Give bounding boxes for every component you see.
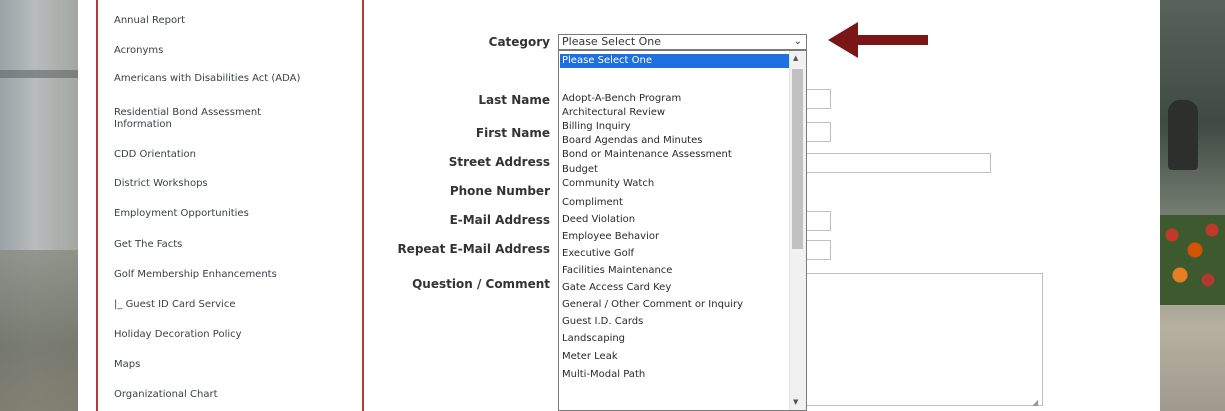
dropdown-option[interactable]: Architectural Review xyxy=(562,107,665,118)
dropdown-option[interactable]: Billing Inquiry xyxy=(562,121,631,132)
sidebar-item-get-the-facts[interactable]: Get The Facts xyxy=(114,239,182,251)
sidebar-item-employment[interactable]: Employment Opportunities xyxy=(114,208,249,220)
left-decorative-photo xyxy=(0,0,78,411)
dropdown-option[interactable]: Board Agendas and Minutes xyxy=(562,135,702,146)
sidebar-item-maps[interactable]: Maps xyxy=(114,359,140,371)
chevron-down-icon: ⌄ xyxy=(793,36,802,47)
dropdown-option[interactable]: Gate Access Card Key xyxy=(562,282,671,293)
sidebar-item-cdd-orientation[interactable]: CDD Orientation xyxy=(114,149,196,161)
dropdown-option[interactable]: Employee Behavior xyxy=(562,231,659,242)
sidebar-item-org-chart[interactable]: Organizational Chart xyxy=(114,389,218,401)
dropdown-option[interactable]: General / Other Comment or Inquiry xyxy=(562,299,743,310)
comment-textarea[interactable] xyxy=(793,273,1043,406)
street-address-label: Street Address xyxy=(448,155,550,169)
email-label: E-Mail Address xyxy=(449,213,550,227)
right-decorative-photo xyxy=(1160,0,1225,411)
sidebar-item-guest-id[interactable]: |_ Guest ID Card Service xyxy=(114,299,235,311)
arrow-left-icon xyxy=(828,22,928,58)
sidebar-item-annual-report[interactable]: Annual Report xyxy=(114,15,185,27)
category-select[interactable]: Please Select One ⌄ xyxy=(558,34,807,50)
sidebar-item-ada[interactable]: Americans with Disabilities Act (ADA) xyxy=(114,73,300,85)
statue-image xyxy=(1168,100,1198,170)
scroll-up-icon[interactable]: ▲ xyxy=(793,54,798,62)
sidebar-item-guest-id-prefix: |_ xyxy=(114,299,126,310)
last-name-label: Last Name xyxy=(478,93,550,107)
dropdown-option[interactable]: Facilities Maintenance xyxy=(562,265,672,276)
dropdown-option[interactable]: Deed Violation xyxy=(562,214,635,225)
dropdown-option[interactable]: Landscaping xyxy=(562,333,625,344)
category-select-value: Please Select One xyxy=(562,35,662,48)
sidebar-item-district-workshops[interactable]: District Workshops xyxy=(114,178,208,190)
street-address-input[interactable] xyxy=(793,153,991,173)
dropdown-scrollbar[interactable]: ▲ ▼ xyxy=(789,51,806,410)
dropdown-option[interactable]: Adopt-A-Bench Program xyxy=(562,93,681,104)
dropdown-option[interactable]: Executive Golf xyxy=(562,248,634,259)
dropdown-option[interactable]: Meter Leak xyxy=(562,351,618,362)
sidebar-nav: Annual Report Acronyms Americans with Di… xyxy=(96,0,364,411)
sidebar-item-golf-membership[interactable]: Golf Membership Enhancements xyxy=(114,269,277,281)
flowers-image xyxy=(1160,215,1225,305)
comment-label: Question / Comment xyxy=(412,277,550,291)
sidebar-item-holiday-decoration[interactable]: Holiday Decoration Policy xyxy=(114,329,242,341)
dropdown-option[interactable]: Bond or Maintenance Assessment xyxy=(562,149,732,160)
dropdown-option[interactable]: Community Watch xyxy=(562,178,654,189)
dropdown-option[interactable]: Compliment xyxy=(562,197,623,208)
scroll-down-icon[interactable]: ▼ xyxy=(793,398,798,406)
category-dropdown-list[interactable]: Please Select One Adopt-A-Bench Program … xyxy=(558,50,807,411)
category-label: Category xyxy=(488,35,550,49)
sidebar-item-guest-id-label: Guest ID Card Service xyxy=(125,299,236,310)
sidebar-item-bond-assessment[interactable]: Residential Bond Assessment Information xyxy=(114,107,304,131)
first-name-label: First Name xyxy=(475,126,550,140)
dropdown-option[interactable]: Budget xyxy=(562,164,598,175)
repeat-email-label: Repeat E-Mail Address xyxy=(397,242,550,256)
dropdown-option-selected[interactable]: Please Select One xyxy=(560,54,790,68)
resize-handle-icon[interactable]: ◢ xyxy=(1032,398,1038,407)
phone-number-label: Phone Number xyxy=(449,184,550,198)
sidebar-item-acronyms[interactable]: Acronyms xyxy=(114,45,163,57)
dropdown-option[interactable]: Guest I.D. Cards xyxy=(562,316,643,327)
dropdown-option[interactable]: Multi-Modal Path xyxy=(562,369,645,380)
scrollbar-thumb[interactable] xyxy=(792,69,803,249)
